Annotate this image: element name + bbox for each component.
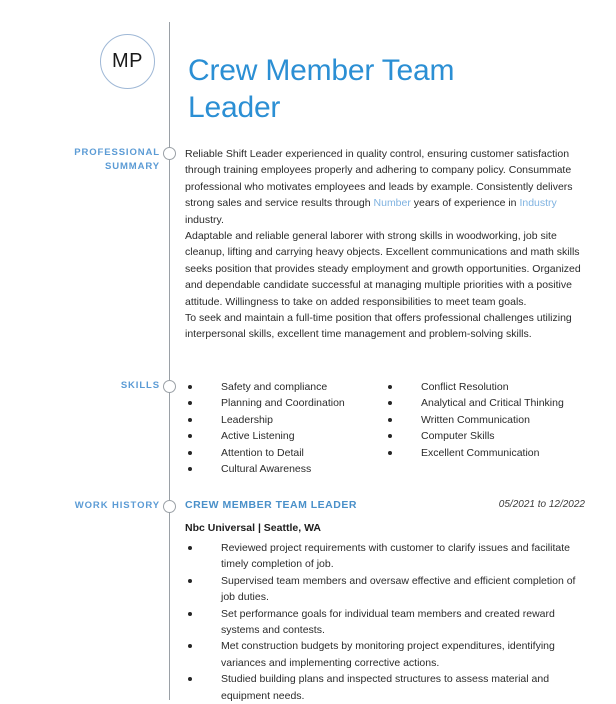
summary-text-run: industry. — [185, 213, 224, 226]
skills-column-right: Conflict Resolution Analytical and Critic… — [385, 379, 585, 477]
skills-list-left: Safety and compliance Planning and Coordi… — [185, 379, 385, 477]
job-duty-item: Set performance goals for individual tea… — [185, 606, 585, 639]
resume-document: MP Crew Member Team Leader Professional … — [0, 0, 616, 702]
timeline-rail — [169, 22, 170, 700]
summary-paragraph-1: Reliable Shift Leader experienced in qua… — [185, 146, 585, 228]
skill-item: Planning and Coordination — [185, 395, 385, 411]
skills-body: Safety and compliance Planning and Coordi… — [185, 379, 585, 477]
summary-paragraph-3: To seek and maintain a full-time positio… — [185, 310, 585, 343]
page-title: Crew Member Team Leader — [188, 54, 455, 125]
section-label-skills: Skills — [120, 380, 160, 391]
skill-item: Safety and compliance — [185, 379, 385, 395]
work-history-entry: Crew Member Team Leader 05/2021 to 12/202… — [185, 499, 585, 704]
job-duty-item: Met construction budgets by monitoring p… — [185, 638, 585, 671]
section-label-professional-summary: Professional Summary — [74, 147, 160, 172]
skill-item: Conflict Resolution — [385, 379, 585, 395]
skill-item: Attention to Detail — [185, 445, 385, 461]
professional-summary-body: Reliable Shift Leader experienced in qua… — [185, 146, 585, 343]
summary-text-run: To seek and maintain a full-time positio… — [185, 312, 572, 341]
skills-column-left: Safety and compliance Planning and Coordi… — [185, 379, 385, 477]
skill-item: Active Listening — [185, 428, 385, 444]
job-company-location: Nbc Universal | Seattle, WA — [185, 522, 321, 534]
timeline-node-professional-summary — [163, 147, 176, 160]
summary-placeholder-token[interactable]: Industry — [519, 197, 556, 209]
job-title: Crew Member Team Leader — [185, 499, 357, 511]
summary-text-run: Adaptable and reliable general laborer w… — [185, 230, 581, 308]
job-duty-item: Reviewed project requirements with custo… — [185, 540, 585, 573]
summary-paragraph-2: Adaptable and reliable general laborer w… — [185, 228, 585, 310]
timeline-node-work-history — [163, 500, 176, 513]
skill-item: Written Communication — [385, 412, 585, 428]
job-header: Crew Member Team Leader 05/2021 to 12/202… — [185, 499, 585, 514]
skill-item: Excellent Communication — [385, 445, 585, 461]
job-dates: 05/2021 to 12/2022 — [498, 499, 585, 510]
skill-item: Computer Skills — [385, 428, 585, 444]
skill-item: Leadership — [185, 412, 385, 428]
skill-item: Cultural Awareness — [185, 461, 385, 477]
summary-text-run: years of experience in — [410, 197, 520, 210]
timeline-node-skills — [163, 380, 176, 393]
monogram-initials: MP — [112, 50, 143, 72]
job-duty-item: Supervised team members and oversaw effe… — [185, 573, 585, 606]
skills-list-right: Conflict Resolution Analytical and Critic… — [385, 379, 585, 461]
summary-placeholder-token[interactable]: Number — [374, 197, 411, 209]
monogram-avatar: MP — [100, 34, 155, 89]
work-history-body: Crew Member Team Leader 05/2021 to 12/202… — [185, 499, 585, 704]
section-label-work-history: Work History — [74, 500, 160, 511]
skill-item: Analytical and Critical Thinking — [385, 395, 585, 411]
job-duty-item: Studied building plans and inspected str… — [185, 671, 585, 704]
job-duties-list: Reviewed project requirements with custo… — [185, 540, 585, 704]
